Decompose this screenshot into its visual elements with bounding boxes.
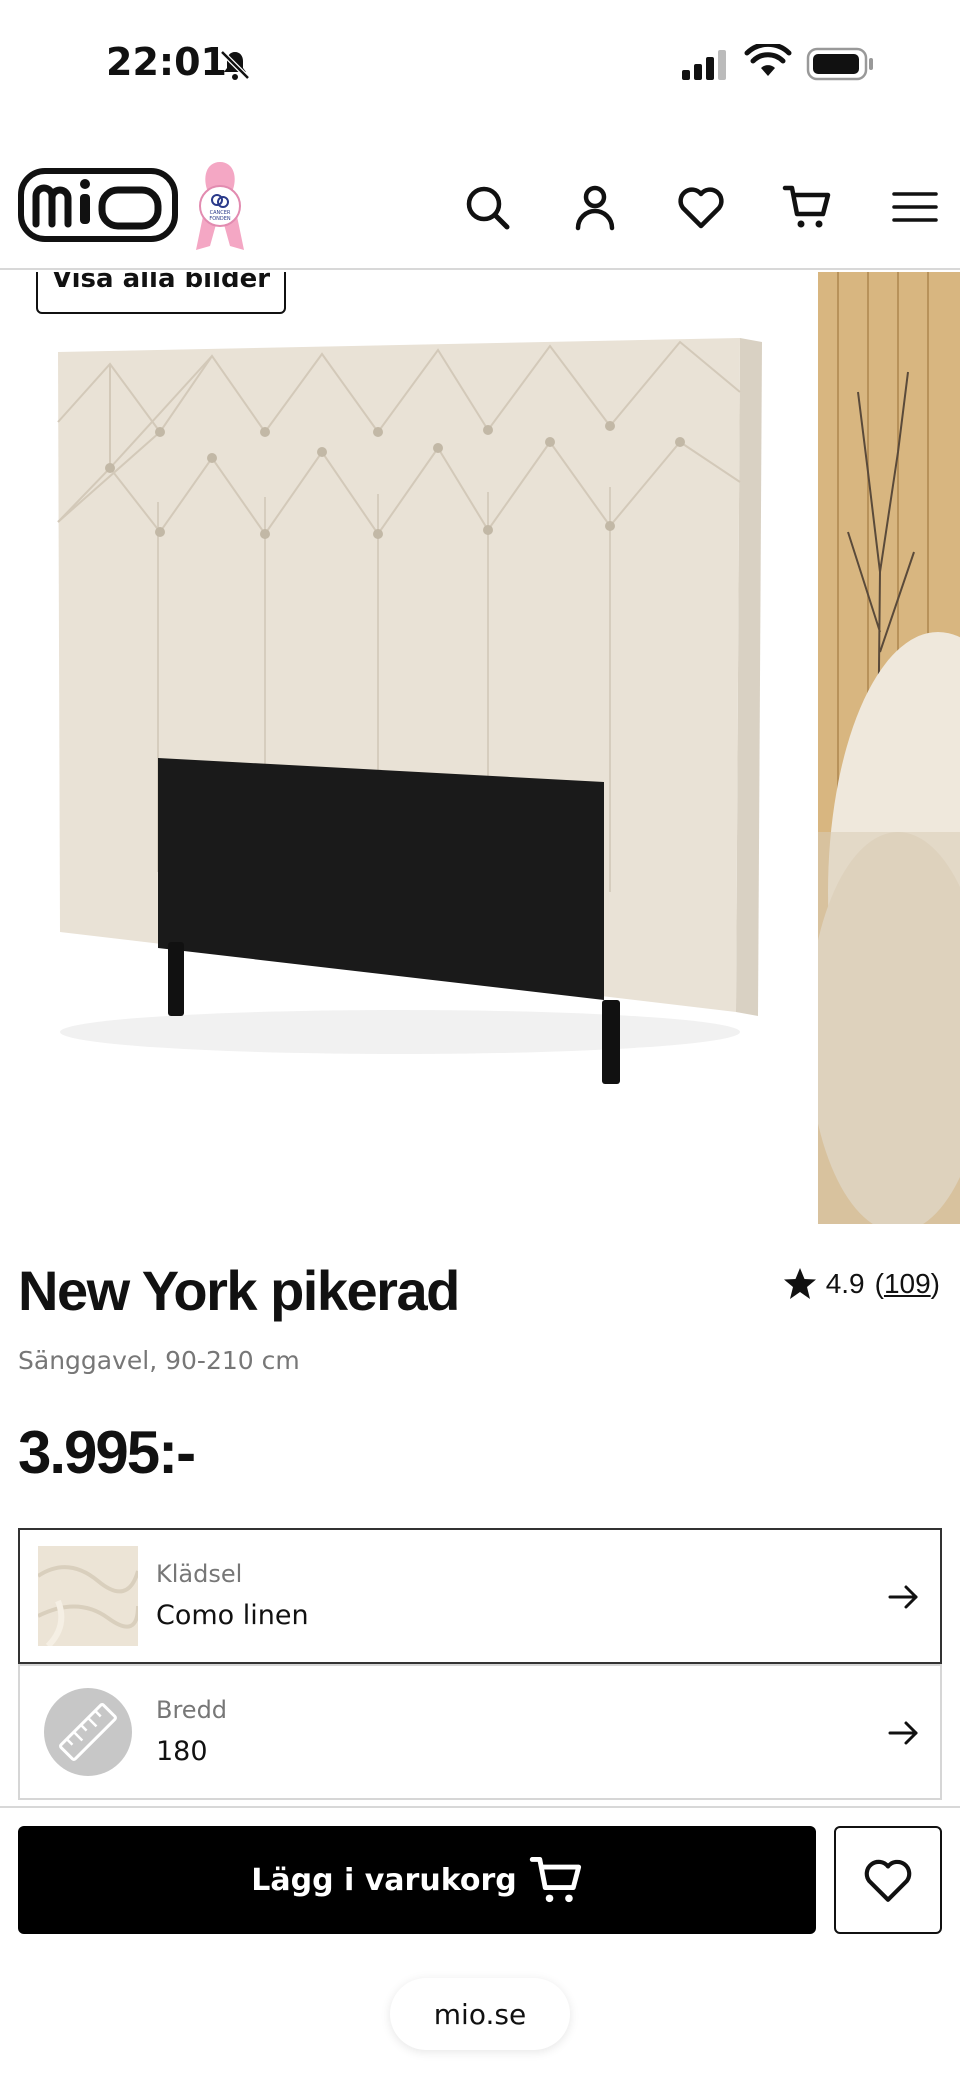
heart-icon <box>864 1859 912 1902</box>
rating-paren-open: ( <box>874 1268 884 1299</box>
view-all-images-button[interactable]: Visa alla bilder <box>36 272 286 314</box>
signal-icon <box>682 50 726 80</box>
product-image-headboard[interactable] <box>0 272 818 1224</box>
rating-count-link[interactable]: 109 <box>884 1268 931 1300</box>
product-gallery[interactable]: Visa alla bilder <box>0 272 960 1224</box>
search-icon[interactable] <box>462 182 512 232</box>
option-value: Como linen <box>156 1600 309 1631</box>
sticky-bar-divider <box>0 1806 960 1808</box>
option-label: Bredd <box>156 1696 228 1724</box>
wifi-icon <box>744 44 792 76</box>
product-title: New York pikerad <box>18 1259 460 1322</box>
option-width[interactable]: Bredd 180 <box>18 1664 942 1800</box>
cart-icon <box>529 1857 581 1903</box>
add-to-cart-label: Lägg i varukorg <box>251 1862 517 1898</box>
rating-value: 4.9 <box>825 1268 865 1299</box>
product-subtitle: Sänggavel, 90-210 cm <box>18 1346 300 1375</box>
ruler-icon <box>44 1688 132 1776</box>
status-bar: 22:01 <box>0 0 960 130</box>
option-value: 180 <box>156 1736 208 1767</box>
svg-text:FONDEN: FONDEN <box>209 216 231 222</box>
star-icon <box>783 1268 816 1299</box>
account-icon[interactable] <box>570 182 620 232</box>
cart-icon[interactable] <box>782 182 832 232</box>
arrow-right-icon <box>888 1721 918 1745</box>
product-image-lifestyle[interactable] <box>818 272 960 1224</box>
arrow-right-icon <box>888 1585 918 1609</box>
add-to-wishlist-button[interactable] <box>834 1826 942 1934</box>
cancer-fonden-ribbon-logo: CANCER FONDEN <box>196 162 244 250</box>
status-time: 22:01 <box>106 40 227 84</box>
rating-paren-close: ) <box>930 1268 940 1299</box>
product-price: 3.995:- <box>18 1419 196 1486</box>
battery-icon <box>806 47 873 81</box>
menu-icon[interactable] <box>890 182 940 232</box>
site-header: CANCER FONDEN <box>0 140 960 270</box>
option-label: Klädsel <box>156 1560 243 1588</box>
fabric-swatch-thumbnail <box>38 1546 138 1646</box>
mio-logo[interactable] <box>18 168 178 242</box>
heart-icon[interactable] <box>676 182 726 232</box>
add-to-cart-button[interactable]: Lägg i varukorg <box>18 1826 816 1934</box>
option-upholstery[interactable]: Klädsel Como linen <box>18 1528 942 1664</box>
product-rating[interactable]: 4.9 ( 109 ) <box>782 1266 940 1302</box>
browser-url-bar[interactable]: mio.se <box>390 1978 570 2050</box>
bell-muted-icon <box>220 50 250 80</box>
